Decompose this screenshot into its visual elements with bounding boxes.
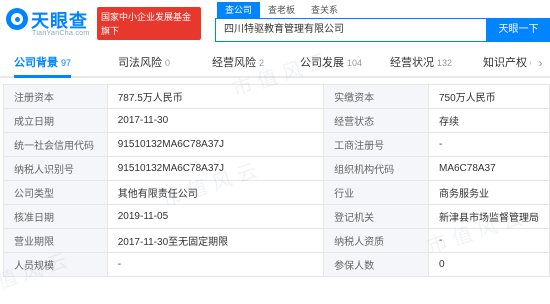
field-value: 其他有限责任公司	[106, 180, 325, 205]
search-tab-company[interactable]: 查公司	[217, 2, 261, 18]
field-value: -	[427, 228, 550, 253]
field-value: 787.5万人民币	[106, 84, 325, 109]
tab-label: 知识产权	[483, 57, 527, 69]
field-label: 纳税人识别号	[3, 156, 108, 181]
table-row: 人员规模 - 参保人数 0	[3, 252, 550, 277]
table-row: 统一社会信用代码 91510132MA6C78A37J 工商注册号 -	[3, 132, 550, 157]
table-row: 注册资本 787.5万人民币 实缴资本 750万人民币	[3, 84, 550, 109]
tab-company-development[interactable]: 公司发展 104	[300, 50, 362, 78]
table-row: 成立日期 2017-11-30 经营状态 存续	[3, 108, 550, 133]
table-row: 公司类型 其他有限责任公司 行业 商务服务业	[3, 180, 550, 205]
tab-operating-status[interactable]: 经营状况 132	[390, 50, 452, 78]
tab-count: 97	[61, 58, 72, 68]
table-row: 纳税人识别号 91510132MA6C78A37J 组织机构代码 MA6C78A…	[3, 156, 550, 181]
field-label: 营业期限	[3, 228, 108, 253]
tab-label: 经营状况	[390, 57, 434, 69]
field-label: 组织机构代码	[323, 156, 429, 181]
tab-label: 经营风险	[212, 57, 256, 69]
field-label: 人员规模	[3, 252, 108, 277]
top-header: 天眼查 TianYanCha.com 国家中小企业发展基金旗下 官方备案企业征信…	[0, 0, 550, 50]
field-label: 成立日期	[3, 108, 108, 133]
field-value: 91510132MA6C78A37J	[106, 132, 325, 157]
table-row: 营业期限 2017-11-30至无固定期限 纳税人资质 -	[3, 228, 550, 253]
tab-label: 司法风险	[118, 57, 162, 69]
table-row: 核准日期 2019-11-05 登记机关 新津县市场监督管理局	[3, 204, 550, 229]
field-value: 750万人民币	[427, 84, 550, 109]
tab-count: 0	[165, 58, 171, 68]
promo-line-1: 国家中小企业发展基金旗下	[101, 12, 192, 36]
field-label: 工商注册号	[323, 132, 429, 157]
tab-count: 2	[259, 58, 265, 68]
field-value: 0	[427, 252, 550, 277]
tab-label: 公司发展	[300, 57, 344, 69]
field-label: 参保人数	[323, 252, 429, 277]
section-tabs: 公司背景97 司法风险0 经营风险2 公司发展104 经营状况132 知识产权6…	[0, 50, 550, 78]
field-label: 注册资本	[3, 84, 108, 109]
eye-icon	[6, 8, 28, 30]
field-label: 公司类型	[3, 180, 108, 205]
field-label: 登记机关	[323, 204, 429, 229]
field-value: 91510132MA6C78A37J	[106, 156, 325, 181]
search-type-tabs: 查公司 查老板 查关系	[217, 2, 346, 18]
field-value: 商务服务业	[427, 180, 550, 205]
field-value: -	[427, 132, 550, 157]
field-value: 2017-11-30至无固定期限	[106, 228, 325, 253]
business-info-table: 注册资本 787.5万人民币 实缴资本 750万人民币 成立日期 2017-11…	[3, 84, 550, 277]
field-value: MA6C78A37	[427, 156, 550, 181]
tianyancha-logo[interactable]: 天眼查 TianYanCha.com	[6, 6, 94, 40]
logo-subtext: TianYanCha.com	[32, 30, 90, 37]
field-value: 存续	[427, 108, 550, 133]
field-value: 2017-11-30	[106, 108, 325, 133]
promo-banner[interactable]: 国家中小企业发展基金旗下 官方备案企业征信机构	[97, 7, 201, 50]
tab-business-risk[interactable]: 经营风险 2	[212, 50, 264, 78]
tab-company-background[interactable]: 公司背景 97	[14, 50, 72, 78]
field-label: 核准日期	[3, 204, 108, 229]
search-tab-boss[interactable]: 查老板	[260, 2, 303, 18]
chevron-right-icon[interactable]: ›	[531, 50, 550, 76]
field-value: 2019-11-05	[106, 204, 325, 229]
field-label: 统一社会信用代码	[3, 132, 108, 157]
search-button[interactable]: 天眼一下	[487, 18, 550, 42]
field-label: 经营状态	[323, 108, 429, 133]
tab-label: 公司背景	[14, 57, 58, 69]
field-label: 纳税人资质	[323, 228, 429, 253]
field-value: -	[106, 252, 325, 277]
search-input[interactable]: 四川特驱教育管理有限公司	[215, 18, 487, 42]
field-label: 行业	[323, 180, 429, 205]
tab-legal-risk[interactable]: 司法风险 0	[118, 50, 170, 78]
tab-count: 132	[437, 58, 453, 68]
search-tab-relation[interactable]: 查关系	[303, 2, 346, 18]
tab-count: 104	[347, 58, 363, 68]
field-label: 实缴资本	[323, 84, 429, 109]
tab-intellectual-property[interactable]: 知识产权6	[483, 50, 535, 78]
field-value: 新津县市场监督管理局	[427, 204, 550, 229]
